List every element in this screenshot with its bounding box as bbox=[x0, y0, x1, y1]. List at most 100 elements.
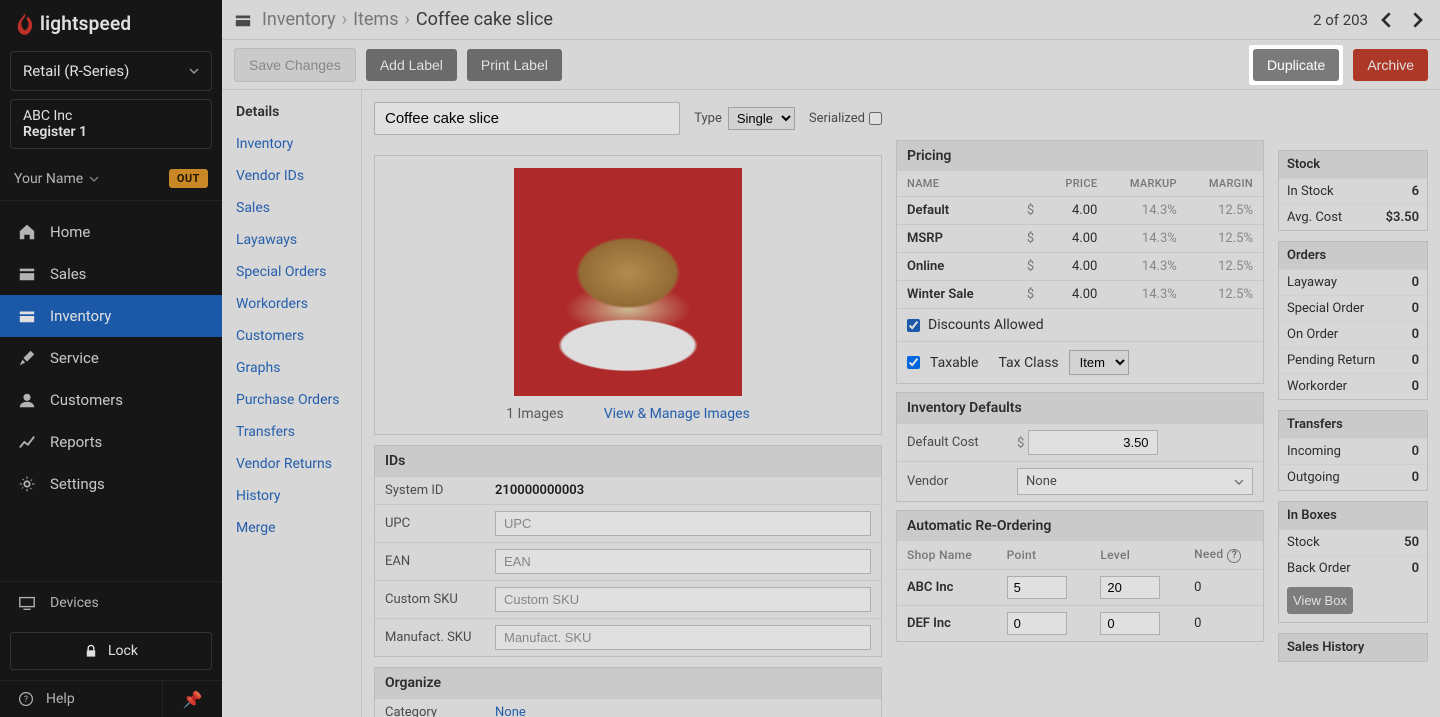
print-label-button[interactable]: Print Label bbox=[467, 49, 562, 81]
serialized-checkbox[interactable] bbox=[869, 112, 882, 125]
duplicate-button[interactable]: Duplicate bbox=[1253, 49, 1339, 81]
orders-header: Orders bbox=[1279, 242, 1427, 269]
svg-text:?: ? bbox=[24, 695, 28, 705]
col-markup: MARKUP bbox=[1107, 171, 1186, 197]
reorder-header: Automatic Re-Ordering bbox=[897, 511, 1263, 541]
chevron-right-icon bbox=[1409, 12, 1425, 28]
company-register-box[interactable]: ABC Inc Register 1 bbox=[10, 99, 212, 149]
ean-input[interactable] bbox=[495, 549, 871, 574]
tab-vendor-returns[interactable]: Vendor Returns bbox=[222, 448, 361, 480]
tab-details[interactable]: Details bbox=[222, 96, 361, 128]
brand-name: lightspeed bbox=[40, 12, 131, 35]
point-input[interactable] bbox=[1007, 612, 1067, 635]
inv-def-header: Inventory Defaults bbox=[897, 393, 1263, 423]
user-row: Your Name OUT bbox=[0, 159, 222, 201]
serialized-toggle[interactable]: Serialized bbox=[809, 111, 882, 126]
category-value[interactable]: None bbox=[495, 705, 526, 717]
archive-button[interactable]: Archive bbox=[1353, 49, 1428, 81]
type-select[interactable]: Single bbox=[728, 107, 795, 130]
discounts-allowed-checkbox[interactable] bbox=[907, 319, 920, 332]
lock-label: Lock bbox=[108, 643, 138, 659]
view-box-button[interactable]: View Box bbox=[1287, 587, 1353, 614]
tab-history[interactable]: History bbox=[222, 480, 361, 512]
out-badge[interactable]: OUT bbox=[169, 169, 208, 188]
pin-button[interactable]: 📌 bbox=[162, 681, 222, 717]
nav-home[interactable]: Home bbox=[0, 211, 222, 253]
user-name-label: Your Name bbox=[14, 171, 83, 187]
help-icon[interactable]: ? bbox=[1227, 549, 1241, 563]
ean-label: EAN bbox=[375, 543, 485, 581]
breadcrumb: Inventory › Items › Coffee cake slice bbox=[262, 9, 553, 30]
breadcrumb-items[interactable]: Items bbox=[353, 9, 398, 30]
level-input[interactable] bbox=[1100, 612, 1160, 635]
custom-sku-input[interactable] bbox=[495, 587, 871, 612]
tab-special-orders[interactable]: Special Orders bbox=[222, 256, 361, 288]
point-input[interactable] bbox=[1007, 576, 1067, 599]
col-level: Level bbox=[1090, 541, 1184, 569]
category-label: Category bbox=[375, 699, 485, 717]
inventory-defaults-panel: Inventory Defaults Default Cost $ Vendor… bbox=[896, 392, 1264, 502]
default-cost-label: Default Cost bbox=[897, 424, 1007, 462]
pricing-header: Pricing bbox=[897, 141, 1263, 171]
tab-transfers[interactable]: Transfers bbox=[222, 416, 361, 448]
chevron-left-icon bbox=[1379, 12, 1395, 28]
help-button[interactable]: ? Help bbox=[0, 681, 162, 717]
add-label-button[interactable]: Add Label bbox=[366, 49, 457, 81]
pager-prev[interactable] bbox=[1376, 9, 1398, 31]
default-cost-input[interactable] bbox=[1028, 430, 1158, 455]
reorder-row: ABC Inc 0 bbox=[897, 569, 1263, 605]
nav-inventory[interactable]: Inventory bbox=[0, 295, 222, 337]
chevron-down-icon bbox=[89, 174, 99, 184]
tab-vendor-ids[interactable]: Vendor IDs bbox=[222, 160, 361, 192]
retail-selector[interactable]: Retail (R-Series) bbox=[10, 51, 212, 91]
tax-class-select[interactable]: Item bbox=[1069, 350, 1129, 375]
manage-images-link[interactable]: View & Manage Images bbox=[604, 406, 750, 422]
upc-input[interactable] bbox=[495, 511, 871, 536]
price-row: Winter Sale $ 4.00 14.3% 12.5% bbox=[897, 281, 1263, 309]
pager-next[interactable] bbox=[1406, 9, 1428, 31]
price-row: Online $ 4.00 14.3% 12.5% bbox=[897, 253, 1263, 281]
lock-button[interactable]: Lock bbox=[10, 632, 212, 670]
tab-customers[interactable]: Customers bbox=[222, 320, 361, 352]
tab-merge[interactable]: Merge bbox=[222, 512, 361, 544]
serialized-label: Serialized bbox=[809, 111, 865, 126]
tab-purchase-orders[interactable]: Purchase Orders bbox=[222, 384, 361, 416]
retail-label: Retail (R-Series) bbox=[23, 62, 129, 80]
nav-devices[interactable]: Devices bbox=[0, 581, 222, 624]
flame-icon bbox=[16, 13, 34, 35]
nav-settings[interactable]: Settings bbox=[0, 463, 222, 505]
user-name-dropdown[interactable]: Your Name bbox=[14, 171, 99, 187]
ids-panel: IDs System ID 210000000003 UPC EAN bbox=[374, 445, 882, 657]
type-label: Type bbox=[694, 111, 722, 126]
reorder-panel: Automatic Re-Ordering Shop Name Point Le… bbox=[896, 510, 1264, 642]
reorder-row: DEF Inc 0 bbox=[897, 605, 1263, 641]
tab-layaways[interactable]: Layaways bbox=[222, 224, 361, 256]
nav-label: Sales bbox=[50, 265, 86, 283]
transfers-header: Transfers bbox=[1279, 411, 1427, 438]
nav-customers[interactable]: Customers bbox=[0, 379, 222, 421]
vendor-select[interactable]: None bbox=[1017, 468, 1253, 495]
nav-sales[interactable]: Sales bbox=[0, 253, 222, 295]
manufact-sku-input[interactable] bbox=[495, 625, 871, 650]
inventory-icon bbox=[234, 11, 252, 29]
col-margin: MARGIN bbox=[1187, 171, 1263, 197]
help-icon: ? bbox=[18, 691, 34, 707]
vendor-label: Vendor bbox=[897, 462, 1007, 502]
tab-workorders[interactable]: Workorders bbox=[222, 288, 361, 320]
nav-reports[interactable]: Reports bbox=[0, 421, 222, 463]
organize-panel: Organize Category None Brand Select or E… bbox=[374, 667, 882, 717]
orders-panel: Orders Layaway0 Special Order0 On Order0… bbox=[1278, 241, 1428, 400]
taxable-checkbox[interactable] bbox=[907, 356, 920, 369]
tab-inventory[interactable]: Inventory bbox=[222, 128, 361, 160]
item-name-input[interactable] bbox=[374, 102, 680, 135]
tab-graphs[interactable]: Graphs bbox=[222, 352, 361, 384]
nav-service[interactable]: Service bbox=[0, 337, 222, 379]
csku-label: Custom SKU bbox=[375, 581, 485, 619]
breadcrumb-inventory[interactable]: Inventory bbox=[262, 9, 336, 30]
pager-text: 2 of 203 bbox=[1313, 11, 1368, 29]
nav-label: Settings bbox=[50, 475, 105, 493]
level-input[interactable] bbox=[1100, 576, 1160, 599]
tab-sales[interactable]: Sales bbox=[222, 192, 361, 224]
tax-class-label: Tax Class bbox=[998, 355, 1058, 371]
item-image[interactable] bbox=[514, 168, 742, 396]
